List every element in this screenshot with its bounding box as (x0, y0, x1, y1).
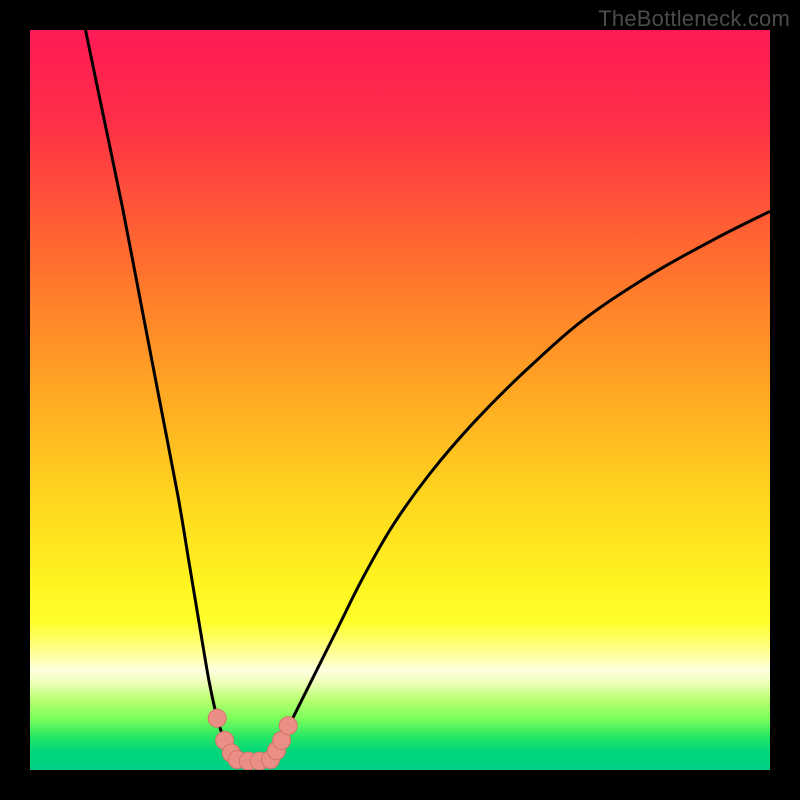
outer-frame: TheBottleneck.com (0, 0, 800, 800)
data-marker (208, 709, 226, 727)
watermark-text: TheBottleneck.com (598, 6, 790, 32)
data-marker (279, 717, 297, 735)
plot-area (30, 30, 770, 770)
gradient-background (30, 30, 770, 770)
chart-svg (30, 30, 770, 770)
